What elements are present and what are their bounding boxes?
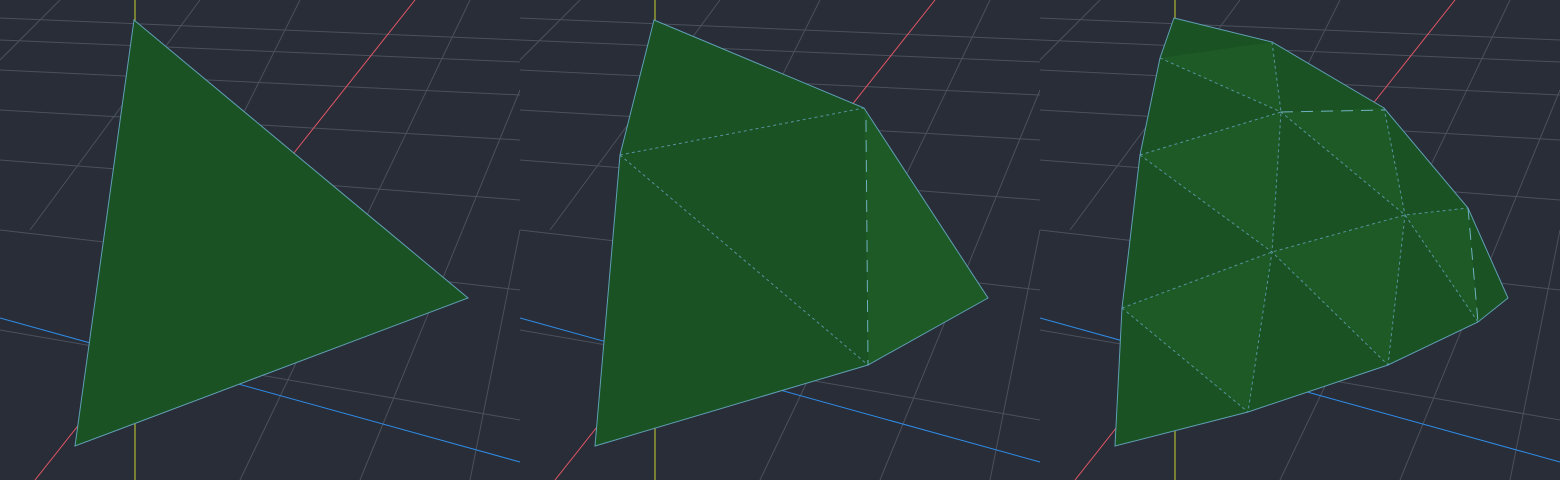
scene-level-2[interactable] (1040, 0, 1560, 480)
viewport-level-2[interactable] (1040, 0, 1560, 480)
viewport-level-1[interactable] (520, 0, 1040, 480)
viewport-strip (0, 0, 1560, 480)
scene-level-1[interactable] (520, 0, 1040, 480)
viewport-level-0[interactable] (0, 0, 520, 480)
scene-level-0[interactable] (0, 0, 520, 480)
